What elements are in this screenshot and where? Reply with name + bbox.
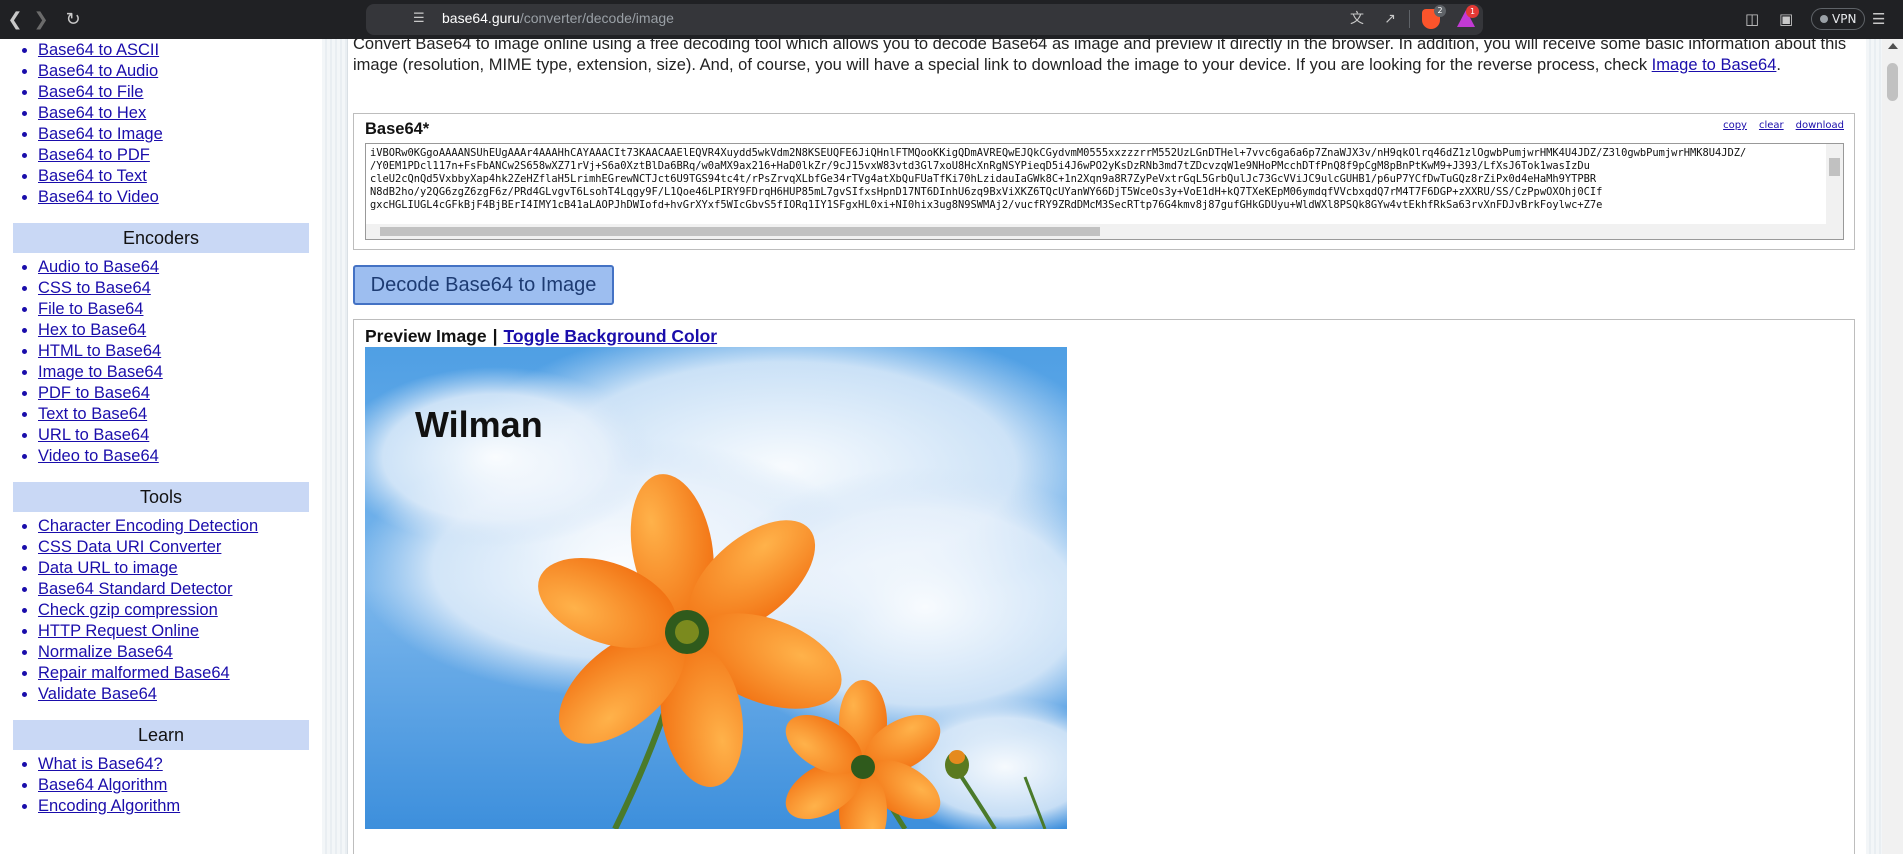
sidebar-item-url-to-base64[interactable]: URL to Base64 — [38, 425, 322, 446]
sidebar-item-http-request-online[interactable]: HTTP Request Online — [38, 621, 322, 642]
sidebar-item-validate-base64[interactable]: Validate Base64 — [38, 684, 322, 705]
image-to-base64-link[interactable]: Image to Base64 — [1652, 56, 1777, 74]
encoders-list: Audio to Base64 CSS to Base64 File to Ba… — [0, 257, 322, 467]
translate-icon[interactable]: 文 — [1347, 9, 1367, 29]
sidebar-item-what-is-base64[interactable]: What is Base64? — [38, 754, 322, 775]
share-icon[interactable]: ↗ — [1380, 9, 1400, 29]
sidebar-item-pdf-to-base64[interactable]: PDF to Base64 — [38, 383, 322, 404]
base64-textarea[interactable]: iVBORw0KGgoAAAANSUhEUgAAAr4AAAHhCAYAAACI… — [365, 143, 1844, 240]
main-content: Convert Base64 to image online using a f… — [353, 39, 1858, 854]
base64-label: Base64* — [365, 120, 430, 138]
page-scrollbar[interactable] — [1882, 39, 1903, 854]
clear-link[interactable]: clear — [1759, 120, 1784, 131]
base64-input-panel: Base64* copy clear download iVBORw0KGgoA… — [353, 113, 1855, 250]
sidebar-item-text-to-base64[interactable]: Text to Base64 — [38, 404, 322, 425]
sidebar-item-base64-standard-detector[interactable]: Base64 Standard Detector — [38, 579, 322, 600]
preview-label: Preview Image — [365, 326, 487, 346]
textarea-vertical-scrollbar[interactable] — [1826, 144, 1843, 224]
preview-header: Preview Image | Toggle Background Color — [365, 326, 717, 347]
menu-icon[interactable]: ☰ — [1872, 9, 1885, 29]
sidebar: Base64 to ASCII Base64 to Audio Base64 t… — [0, 39, 322, 854]
vpn-status-icon — [1820, 15, 1828, 23]
sidebar-item-hex-to-base64[interactable]: Hex to Base64 — [38, 320, 322, 341]
textarea-vertical-thumb[interactable] — [1829, 158, 1840, 176]
base64-actions: copy clear download — [1723, 120, 1844, 131]
sidebar-item-html-to-base64[interactable]: HTML to Base64 — [38, 341, 322, 362]
watermark-text: Wilman — [415, 404, 543, 445]
sidebar-item-css-to-base64[interactable]: CSS to Base64 — [38, 278, 322, 299]
base64-line: gxcHGLIUGL4cGFkBjF4BjBErI4IMY1cB41aLAOPJ… — [370, 199, 1603, 211]
browser-toolbar: ❮ ❯ ↻ ☰ base64.guru/converter/decode/ima… — [0, 0, 1903, 39]
toolbar-divider — [1409, 10, 1410, 28]
sidebar-item-css-data-uri-converter[interactable]: CSS Data URI Converter — [38, 537, 322, 558]
sidebar-item-check-gzip-compression[interactable]: Check gzip compression — [38, 600, 322, 621]
tools-list: Character Encoding Detection CSS Data UR… — [0, 516, 322, 705]
intro-end: . — [1776, 56, 1781, 74]
preview-separator: | — [492, 326, 498, 346]
sidebar-item-normalize-base64[interactable]: Normalize Base64 — [38, 642, 322, 663]
base64-line: N8dB2ho/y2QG6zgZ6zgF6z/PRd4GLvgvT6LsohT4… — [370, 186, 1603, 198]
sidebar-item-audio-to-base64[interactable]: Audio to Base64 — [38, 257, 322, 278]
sidebar-item-base64-to-audio[interactable]: Base64 to Audio — [38, 61, 322, 82]
flower-image: Wilman — [365, 347, 1067, 829]
base64-line: iVBORw0KGgoAAAANSUhEUgAAAr4AAAHhCAYAAACI… — [370, 147, 1747, 159]
site-settings-icon[interactable]: ☰ — [413, 12, 427, 26]
sidebar-item-data-url-to-image[interactable]: Data URL to image — [38, 558, 322, 579]
page-scroll-thumb[interactable] — [1887, 63, 1898, 101]
sidebar-item-video-to-base64[interactable]: Video to Base64 — [38, 446, 322, 467]
encoders-heading: Encoders — [13, 223, 309, 253]
shields-count-badge: 2 — [1434, 5, 1446, 17]
download-link[interactable]: download — [1796, 120, 1844, 131]
page: Base64 to ASCII Base64 to Audio Base64 t… — [0, 39, 1903, 854]
preview-image: Wilman — [365, 347, 1067, 829]
sidebar-item-file-to-base64[interactable]: File to Base64 — [38, 299, 322, 320]
base64-line: /Y0EM1PDcl117n+FsFbANCw2S658wXZ71rVj+S6a… — [370, 160, 1590, 172]
sidebar-item-encoding-algorithm[interactable]: Encoding Algorithm — [38, 796, 322, 817]
intro-text: Convert Base64 to image online using a f… — [353, 39, 1847, 74]
decode-button[interactable]: Decode Base64 to Image — [353, 265, 614, 305]
textarea-horizontal-scrollbar[interactable] — [366, 224, 1843, 239]
right-decoration — [1866, 39, 1882, 854]
sidebar-item-base64-to-hex[interactable]: Base64 to Hex — [38, 103, 322, 124]
sidebar-item-character-encoding-detection[interactable]: Character Encoding Detection — [38, 516, 322, 537]
content-divider — [322, 39, 348, 854]
url-text[interactable]: base64.guru/converter/decode/image — [442, 10, 674, 26]
intro-paragraph: Convert Base64 to image online using a f… — [353, 39, 1863, 76]
wallet-icon[interactable]: ▣ — [1779, 9, 1793, 29]
preview-panel: Preview Image| Toggle Background Color — [353, 319, 1855, 854]
toggle-background-link[interactable]: Toggle Background Color — [504, 326, 718, 346]
rewards-count-badge: 1 — [1466, 5, 1479, 18]
sidebar-item-base64-to-ascii[interactable]: Base64 to ASCII — [38, 40, 322, 61]
sidebar-item-base64-algorithm[interactable]: Base64 Algorithm — [38, 775, 322, 796]
tools-heading: Tools — [13, 482, 309, 512]
base64-line: cleU2cQnQd5VxbbyXap4hk2ZeHZflaH5LrimhEGr… — [370, 173, 1597, 185]
textarea-horizontal-thumb[interactable] — [380, 227, 1100, 236]
base64-text: iVBORw0KGgoAAAANSUhEUgAAAr4AAAHhCAYAAACI… — [366, 144, 1843, 224]
scroll-up-arrow-icon[interactable] — [1888, 43, 1898, 49]
sidebar-item-repair-malformed-base64[interactable]: Repair malformed Base64 — [38, 663, 322, 684]
learn-heading: Learn — [13, 720, 309, 750]
sidebar-toggle-icon[interactable]: ◫ — [1745, 9, 1759, 29]
copy-link[interactable]: copy — [1723, 120, 1747, 131]
forward-icon[interactable]: ❯ — [26, 4, 56, 34]
sidebar-item-base64-to-text[interactable]: Base64 to Text — [38, 166, 322, 187]
vpn-button[interactable]: VPN — [1811, 8, 1866, 30]
sidebar-item-base64-to-pdf[interactable]: Base64 to PDF — [38, 145, 322, 166]
sidebar-item-base64-to-file[interactable]: Base64 to File — [38, 82, 322, 103]
reload-icon[interactable]: ↻ — [58, 4, 88, 34]
learn-list: What is Base64? Base64 Algorithm Encodin… — [0, 754, 322, 817]
decoders-list: Base64 to ASCII Base64 to Audio Base64 t… — [0, 40, 322, 208]
sidebar-item-base64-to-video[interactable]: Base64 to Video — [38, 187, 322, 208]
sidebar-item-image-to-base64[interactable]: Image to Base64 — [38, 362, 322, 383]
sidebar-item-base64-to-image[interactable]: Base64 to Image — [38, 124, 322, 145]
